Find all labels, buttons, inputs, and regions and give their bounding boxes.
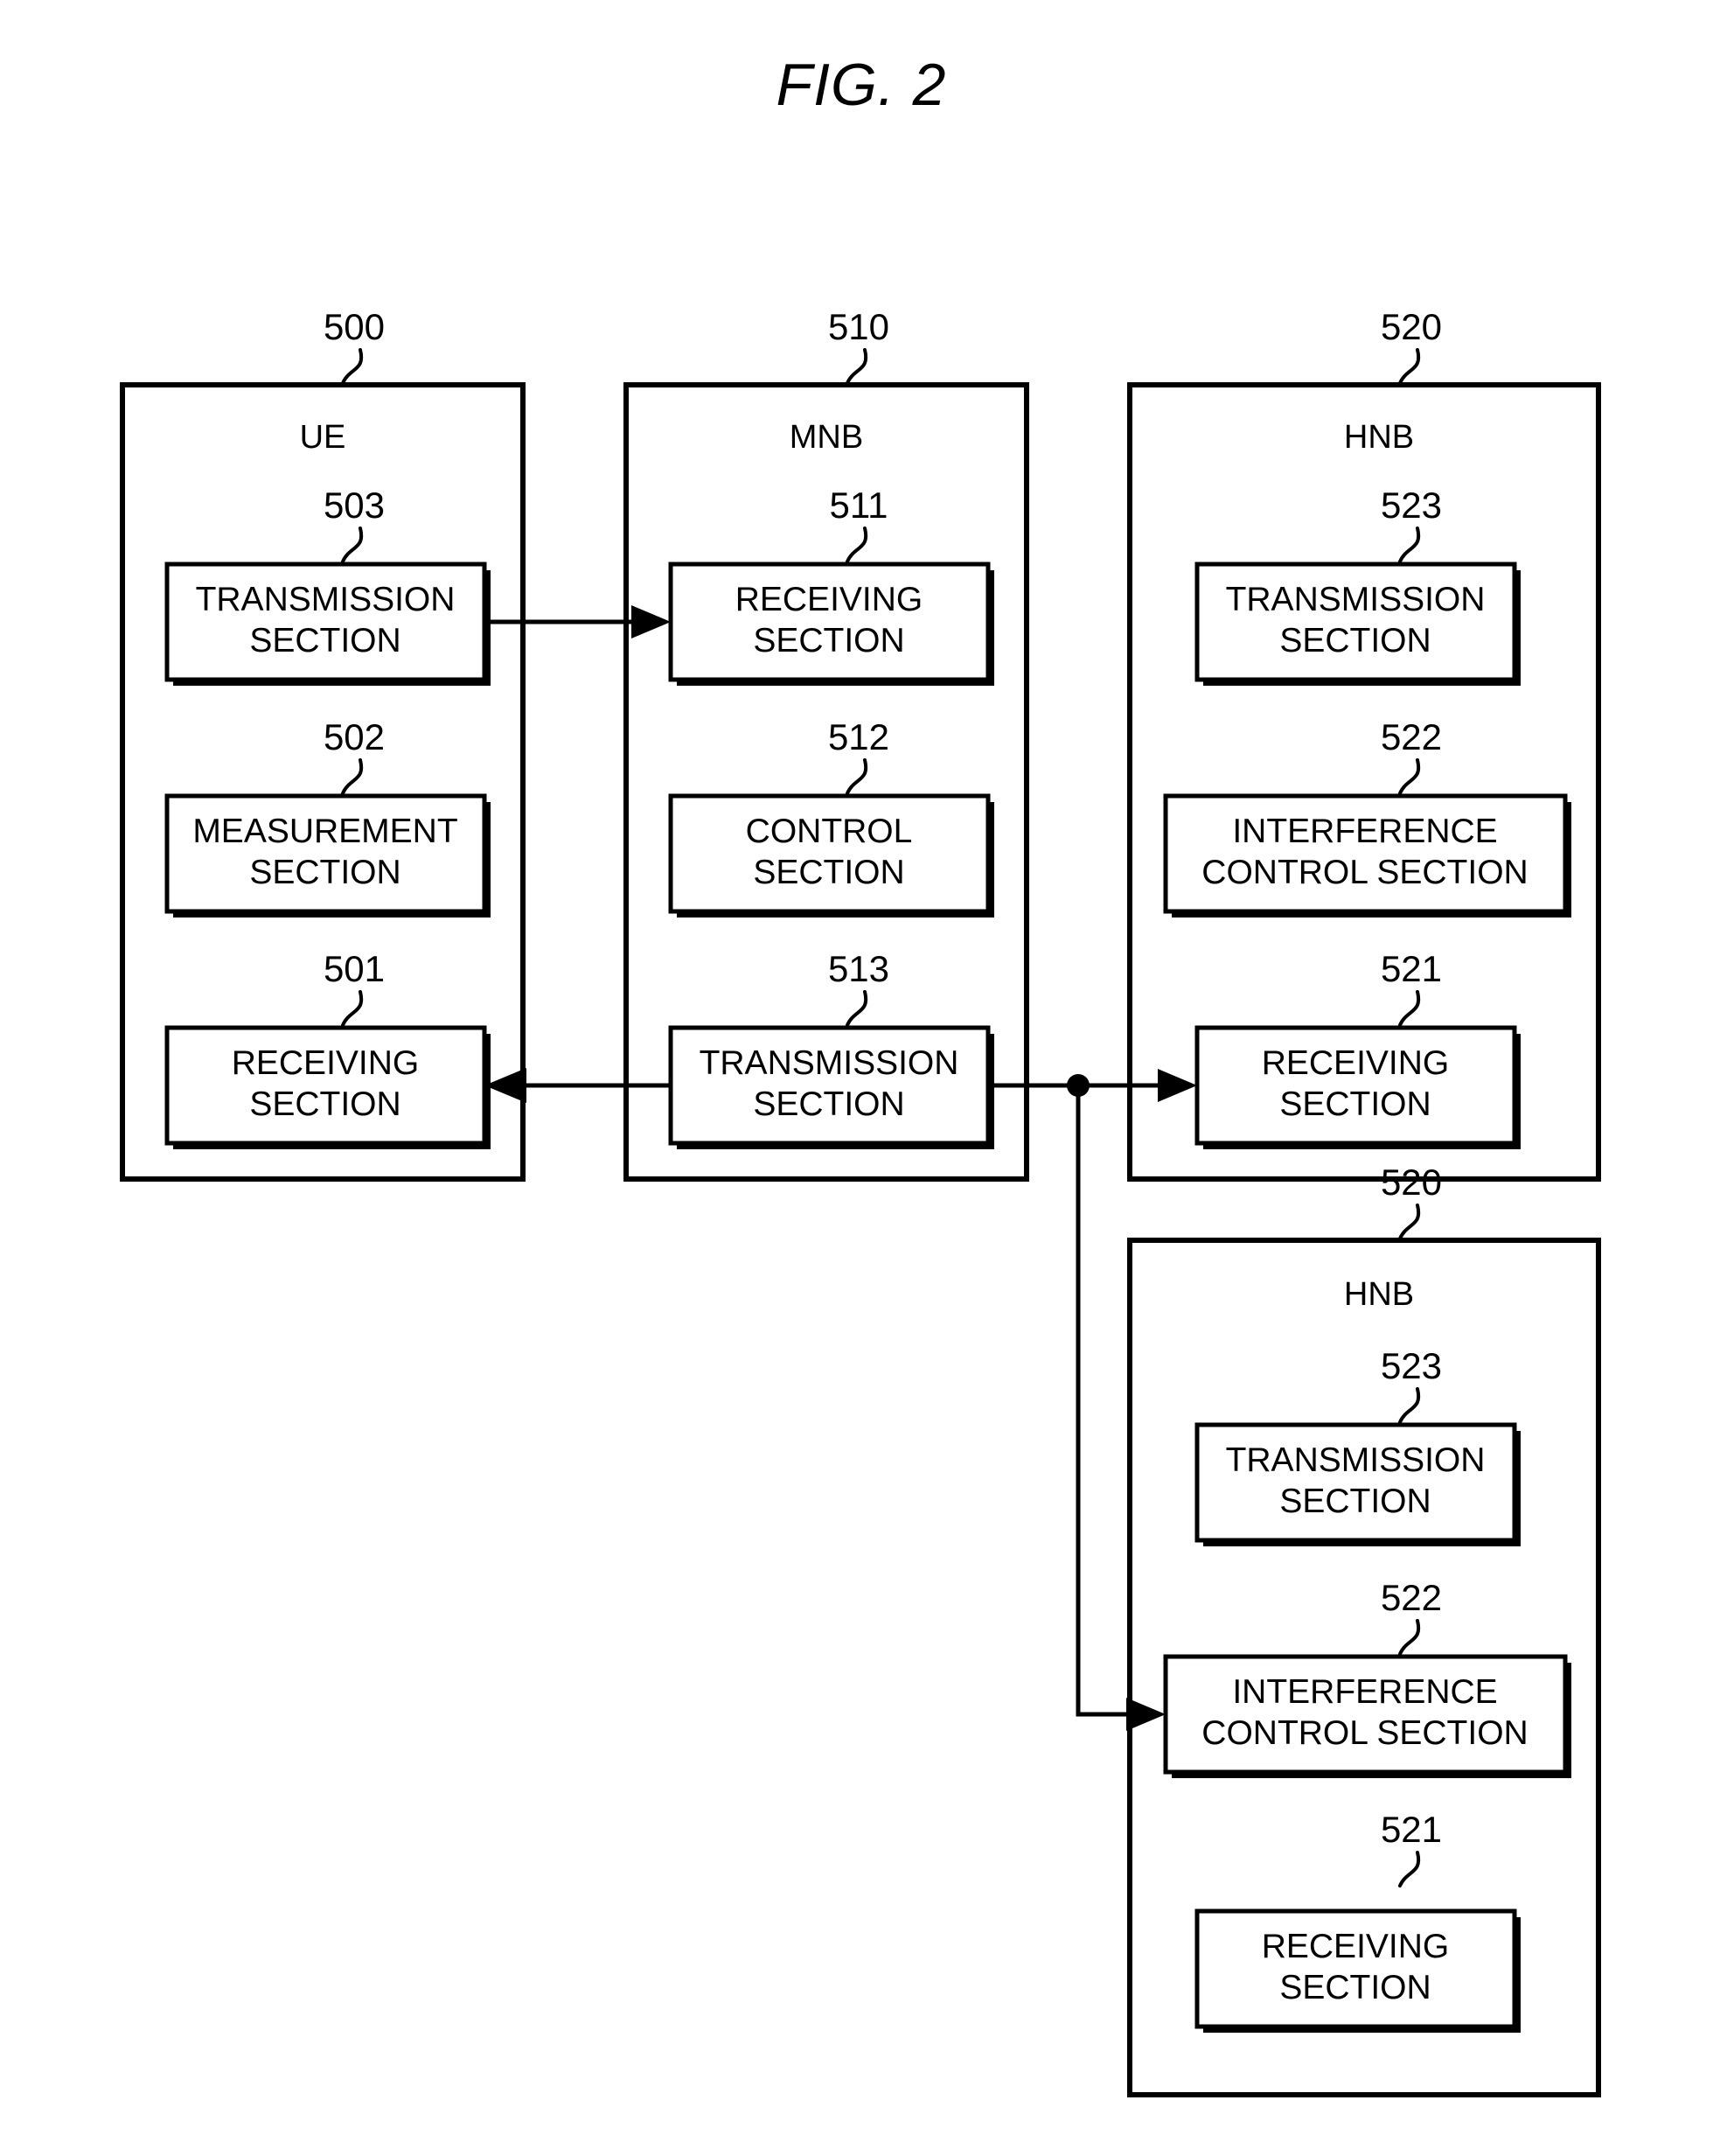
mnb-control-label-2: SECTION — [753, 854, 904, 891]
block-ue: 500 UE 503 TRANSMISSION SECTION 502 MEAS… — [120, 306, 526, 1182]
ue-transmission-label-2: SECTION — [249, 622, 400, 659]
figure-title: FIG. 2 — [776, 52, 947, 118]
block-hnb-top: 520 HNB 523 TRANSMISSION SECTION 522 INT… — [1127, 306, 1601, 1182]
diagram-canvas: FIG. 2 500 UE 503 TRANSMISSION SECTION 5… — [120, 52, 1601, 2097]
hnb-bottom-interference-label-2: CONTROL SECTION — [1201, 1714, 1528, 1752]
hnb-top-interference-label-2: CONTROL SECTION — [1201, 854, 1528, 891]
ref-number-521-bottom: 521 — [1381, 1809, 1442, 1850]
hnb-bottom-title: HNB — [1344, 1276, 1414, 1313]
ref-number-511: 511 — [830, 485, 888, 526]
block-mnb: 510 MNB 511 RECEIVING SECTION 512 CONTRO… — [623, 306, 1029, 1182]
leader-line-500 — [341, 348, 364, 385]
ref-number-501: 501 — [324, 948, 385, 989]
mnb-transmission-label-2: SECTION — [753, 1085, 904, 1123]
mnb-receiving-label-2: SECTION — [753, 622, 904, 659]
ue-receiving-label-2: SECTION — [249, 1085, 400, 1123]
ue-measurement-label-2: SECTION — [249, 854, 400, 891]
ref-number-513: 513 — [828, 948, 889, 989]
ue-measurement-label-1: MEASUREMENT — [192, 813, 457, 850]
hnb-bottom-receiving-label-2: SECTION — [1279, 1969, 1431, 2006]
hnb-top-receiving-label-1: RECEIVING — [1262, 1044, 1450, 1082]
ref-number-502: 502 — [324, 716, 385, 757]
ue-receiving-label-1: RECEIVING — [232, 1044, 420, 1082]
hnb-top-receiving-label-2: SECTION — [1279, 1085, 1431, 1123]
ref-number-510: 510 — [828, 306, 889, 347]
hnb-top-transmission-label-2: SECTION — [1279, 622, 1431, 659]
mnb-control-label-1: CONTROL — [746, 813, 913, 850]
ref-number-522-top: 522 — [1381, 716, 1442, 757]
ue-title: UE — [300, 419, 346, 456]
leader-line-520-top — [1398, 348, 1421, 385]
block-hnb-bottom: 520 HNB 523 TRANSMISSION SECTION 522 INT… — [1127, 1162, 1601, 2097]
ref-number-520-top: 520 — [1381, 306, 1442, 347]
mnb-receiving-label-1: RECEIVING — [735, 581, 923, 618]
leader-line-520-bottom — [1398, 1204, 1421, 1240]
patent-figure: FIG. 2 500 UE 503 TRANSMISSION SECTION 5… — [0, 0, 1727, 2156]
leader-line-510 — [846, 348, 868, 385]
hnb-top-title: HNB — [1344, 419, 1414, 456]
hnb-bottom-receiving-label-1: RECEIVING — [1262, 1928, 1450, 1965]
ref-number-522-bottom: 522 — [1381, 1577, 1442, 1618]
ref-number-521-top: 521 — [1381, 948, 1442, 989]
ref-number-503: 503 — [324, 485, 385, 526]
hnb-bottom-interference-label-1: INTERFERENCE — [1232, 1673, 1497, 1711]
mnb-title: MNB — [790, 419, 863, 456]
hnb-bottom-transmission-label-1: TRANSMISSION — [1226, 1441, 1486, 1479]
ref-number-500: 500 — [324, 306, 385, 347]
ref-number-523-top: 523 — [1381, 485, 1442, 526]
ue-transmission-label-1: TRANSMISSION — [196, 581, 456, 618]
hnb-top-interference-label-1: INTERFERENCE — [1232, 813, 1497, 850]
hnb-top-transmission-label-1: TRANSMISSION — [1226, 581, 1486, 618]
hnb-bottom-transmission-label-2: SECTION — [1279, 1483, 1431, 1520]
ref-number-520-bottom: 520 — [1381, 1162, 1442, 1203]
ref-number-512: 512 — [828, 716, 889, 757]
mnb-transmission-label-1: TRANSMISSION — [700, 1044, 959, 1082]
ref-number-523-bottom: 523 — [1381, 1345, 1442, 1386]
